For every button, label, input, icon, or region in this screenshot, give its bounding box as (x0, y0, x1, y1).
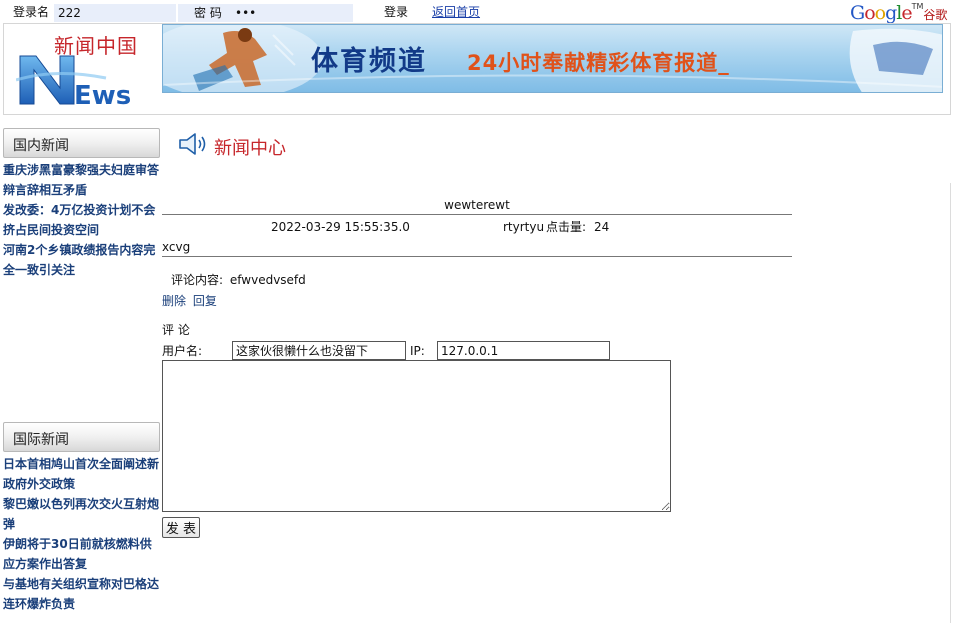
article-author: rtyrtyu (503, 220, 545, 234)
google-logo[interactable]: GoogleTM谷歌 (850, 2, 947, 24)
comment-actions: 删除 回复 (162, 294, 220, 308)
comment-label: 评论内容: (171, 273, 224, 287)
password-value: ••• (235, 6, 257, 20)
submit-comment-button[interactable]: 发 表 (162, 517, 200, 538)
international-news-item[interactable]: 日本首相鸠山首次全面阐述新政府外交政策 (3, 454, 160, 494)
comment-content: efwvedvsefd (229, 273, 306, 287)
reply-link[interactable]: 回复 (193, 294, 217, 308)
comment-textarea[interactable] (162, 360, 671, 512)
site-header: 新闻中国 Ews 体育频道 24小时奉献精彩体育报道_ (3, 23, 951, 115)
speaker-icon (179, 133, 206, 155)
international-news-item[interactable]: 与基地有关组织宣称对巴格达连环爆炸负责 (3, 574, 160, 614)
domestic-news-tab[interactable]: 国内新闻 (3, 128, 160, 158)
sports-banner[interactable]: 体育频道 24小时奉献精彩体育报道_ (162, 24, 943, 93)
form-username-label: 用户名: (162, 344, 203, 358)
click-count-value: 24 (594, 220, 610, 234)
international-news-item[interactable]: 伊朗将于30日前就核燃料供应方案作出答复 (3, 534, 160, 574)
comment-form-title: 评 论 (162, 323, 190, 337)
domestic-news-title: 国内新闻 (13, 138, 69, 154)
google-tm: TM (911, 2, 924, 11)
article-divider-bottom (162, 256, 792, 257)
international-news-title: 国际新闻 (13, 432, 69, 448)
form-username-input[interactable] (232, 341, 406, 360)
banner-slogan: 24小时奉献精彩体育报道_ (467, 51, 730, 75)
home-link[interactable]: 返回首页 (432, 5, 480, 19)
login-username-input[interactable] (54, 4, 176, 22)
site-logo[interactable]: 新闻中国 Ews (16, 28, 158, 110)
domestic-news-item[interactable]: 重庆涉黑富豪黎强夫妇庭审答辩言辞相互矛盾 (3, 160, 160, 200)
section-title: 新闻中心 (214, 138, 286, 159)
article-divider-top (162, 214, 792, 215)
domestic-news-item[interactable]: 河南2个乡镇政绩报告内容完全一致引关注 (3, 240, 160, 280)
content-divider (950, 183, 951, 623)
international-news-item[interactable]: 黎巴嫩以色列再次交火互射炮弹 (3, 494, 160, 534)
article-title: wewterewt (444, 198, 510, 212)
form-ip-label: IP: (410, 344, 425, 358)
login-bar: 登录名 密 码 ••• 登录 返回首页 GoogleTM谷歌 (0, 0, 953, 24)
form-ip-input[interactable] (437, 341, 610, 360)
username-label: 登录名 (13, 5, 50, 19)
google-logo-text: Google (850, 2, 913, 24)
comment-entry: 评论内容: efwvedvsefd (171, 273, 306, 287)
domestic-news-item[interactable]: 发改委：4万亿投资计划不会挤占民间投资空间 (3, 200, 160, 240)
article-body: xcvg (162, 240, 191, 254)
click-count-label: 点击量: (546, 220, 587, 234)
article-datetime: 2022-03-29 15:55:35.0 (271, 220, 410, 234)
delete-link[interactable]: 删除 (162, 294, 186, 308)
domestic-news-list: 重庆涉黑富豪黎强夫妇庭审答辩言辞相互矛盾 发改委：4万亿投资计划不会挤占民间投资… (3, 160, 160, 280)
banner-title: 体育频道 (311, 46, 427, 77)
international-news-tab[interactable]: 国际新闻 (3, 422, 160, 452)
password-label: 密 码 (194, 6, 222, 20)
news-logo-graphic: Ews (16, 55, 131, 108)
password-field-box[interactable]: 密 码 ••• (178, 4, 353, 22)
news-center-header: 新闻中心 (178, 131, 286, 159)
international-news-list: 日本首相鸠山首次全面阐述新政府外交政策 黎巴嫩以色列再次交火互射炮弹 伊朗将于3… (3, 454, 160, 614)
login-button[interactable]: 登录 (384, 5, 408, 19)
svg-text:Ews: Ews (74, 81, 131, 108)
google-cn-label: 谷歌 (923, 8, 948, 22)
